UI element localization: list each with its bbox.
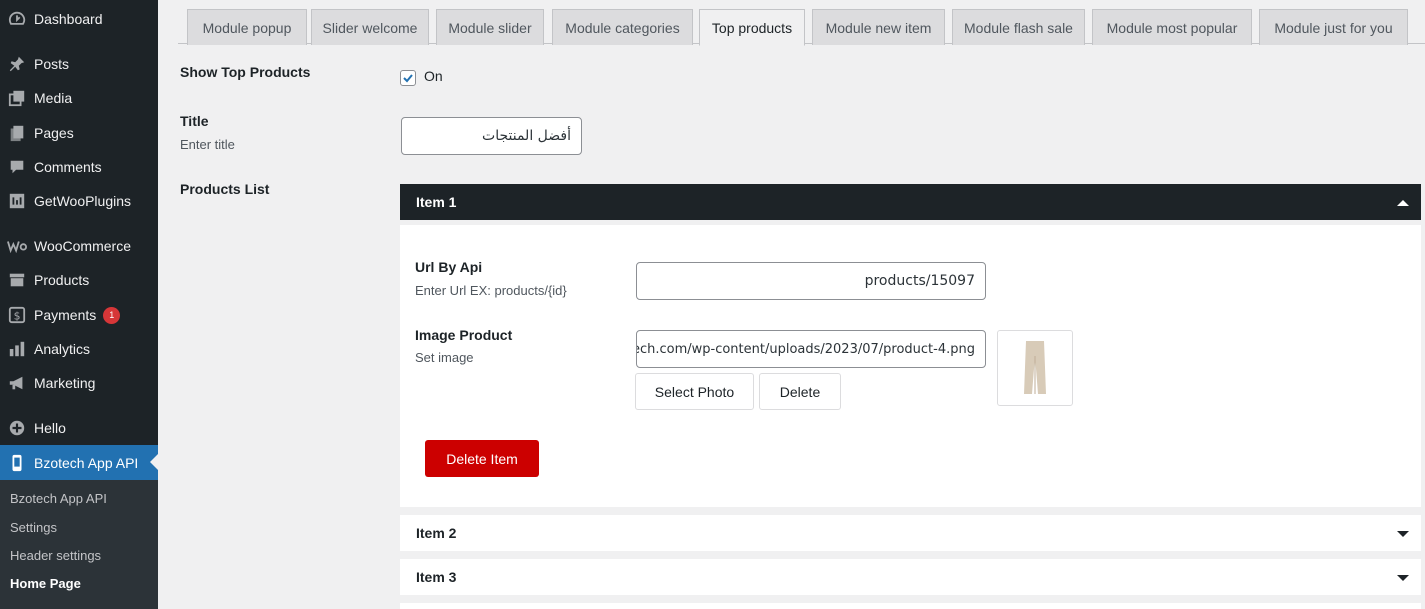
sidebar-submenu: Bzotech App API Settings Header settings… (0, 480, 158, 609)
pin-icon (0, 47, 34, 81)
sidebar-item-media[interactable]: Media (0, 81, 158, 115)
tab-module-just-for-you[interactable]: Module just for you (1259, 9, 1408, 45)
sidebar-item-label: Hello (34, 420, 66, 436)
sidebar-item-label: Analytics (34, 341, 91, 357)
url-by-api-description: Enter Url EX: products/{id} (415, 283, 567, 298)
sidebar-item-label: Posts (34, 56, 70, 72)
tab-module-most-popular[interactable]: Module most popular (1092, 9, 1252, 45)
sidebar-item-label: Comments (34, 159, 102, 175)
delete-item-button[interactable]: Delete Item (425, 440, 539, 477)
submenu-item-home-page[interactable]: Home Page (10, 576, 81, 591)
image-url-input[interactable]: ech.com/wp-content/uploads/2023/07/produ… (636, 330, 986, 368)
sidebar-item-label: Bzotech App API (34, 454, 139, 471)
accordion-item-2-header[interactable]: Item 2 (400, 515, 1421, 551)
plugins-icon (0, 184, 34, 218)
plus-circle-icon (0, 411, 34, 445)
sidebar-item-pages[interactable]: Pages (0, 116, 158, 150)
accordion-item-title: Item 3 (416, 569, 457, 585)
submenu-item-bzotech-app-api[interactable]: Bzotech App API (10, 491, 107, 506)
caret-down-icon (1397, 525, 1409, 541)
url-by-api-label: Url By Api (415, 259, 483, 275)
comments-icon (0, 150, 34, 184)
sidebar-item-comments[interactable]: Comments (0, 150, 158, 184)
phone-icon (0, 446, 34, 480)
woocommerce-icon (0, 229, 34, 263)
checkmark-icon (403, 74, 413, 83)
product-image-thumbnail (997, 330, 1073, 406)
sidebar-item-posts[interactable]: Posts (0, 47, 158, 81)
sidebar-item-hello[interactable]: Hello (0, 411, 158, 445)
delete-photo-button[interactable]: Delete (759, 373, 841, 410)
sidebar-item-label: GetWooPlugins (34, 193, 132, 209)
tab-module-new-item[interactable]: Module new item (812, 9, 945, 45)
sidebar-item-woocommerce[interactable]: WooCommerce (0, 229, 158, 263)
media-icon (0, 81, 34, 115)
tab-module-popup[interactable]: Module popup (187, 9, 307, 45)
notification-badge: 1 (103, 306, 121, 324)
title-label: Title (180, 113, 209, 129)
tab-slider-welcome[interactable]: Slider welcome (311, 9, 429, 45)
sidebar-item-getwooplugins[interactable]: GetWooPlugins (0, 184, 158, 218)
url-by-api-input[interactable]: products/15097 (636, 262, 986, 300)
bar-chart-icon (0, 332, 34, 366)
sidebar-item-label: Marketing (34, 375, 96, 391)
accordion-item-1-header[interactable]: Item 1 (400, 184, 1421, 220)
show-top-products-label: Show Top Products (180, 64, 311, 80)
accordion-item-next-header[interactable] (400, 603, 1421, 609)
show-top-products-checkbox[interactable] (400, 70, 416, 86)
sidebar-item-analytics[interactable]: Analytics (0, 332, 158, 366)
sidebar-item-label: WooCommerce (34, 238, 131, 254)
caret-down-icon (1397, 569, 1409, 585)
sidebar-item-label: Pages (34, 125, 74, 141)
accordion-item-3-header[interactable]: Item 3 (400, 559, 1421, 595)
tab-module-flash-sale[interactable]: Module flash sale (952, 9, 1085, 45)
tab-top-products[interactable]: Top products (699, 9, 805, 46)
sidebar-item-label: Media (34, 90, 73, 106)
payments-icon: $ (0, 298, 34, 332)
title-description: Enter title (180, 137, 235, 152)
title-input[interactable]: أفضل المنتجات (401, 117, 582, 155)
sidebar-item-payments[interactable]: $ Payments 1 (0, 298, 158, 332)
submenu-item-header-settings[interactable]: Header settings (10, 548, 101, 563)
sidebar-item-label: Dashboard (34, 11, 103, 27)
admin-sidebar: Dashboard Posts Media Pages Comments Get… (0, 0, 158, 609)
trousers-image (1024, 341, 1046, 394)
svg-text:$: $ (14, 310, 21, 323)
sidebar-item-bzotech-app-api[interactable]: Bzotech App API (0, 445, 158, 480)
pages-icon (0, 116, 34, 150)
sidebar-item-products[interactable]: Products (0, 263, 158, 297)
archive-icon (0, 263, 34, 297)
dashboard-icon (0, 2, 34, 36)
sidebar-item-marketing[interactable]: Marketing (0, 366, 158, 400)
image-product-label: Image Product (415, 327, 513, 343)
checkbox-on-label: On (424, 68, 443, 84)
image-product-description: Set image (415, 350, 474, 365)
accordion-item-title: Item 2 (416, 525, 457, 541)
module-tabs: Module popup Slider welcome Module slide… (178, 0, 1425, 46)
tab-module-slider[interactable]: Module slider (436, 9, 544, 45)
caret-up-icon (1397, 194, 1409, 210)
sidebar-item-dashboard[interactable]: Dashboard (0, 2, 158, 36)
select-photo-button[interactable]: Select Photo (635, 373, 754, 410)
submenu-item-settings[interactable]: Settings (10, 520, 57, 535)
sidebar-item-label: Payments (34, 307, 97, 323)
tab-module-categories[interactable]: Module categories (552, 9, 693, 45)
sidebar-item-label: Products (34, 272, 90, 288)
megaphone-icon (0, 366, 34, 400)
products-list-label: Products List (180, 181, 270, 197)
accordion-item-title: Item 1 (416, 194, 457, 210)
